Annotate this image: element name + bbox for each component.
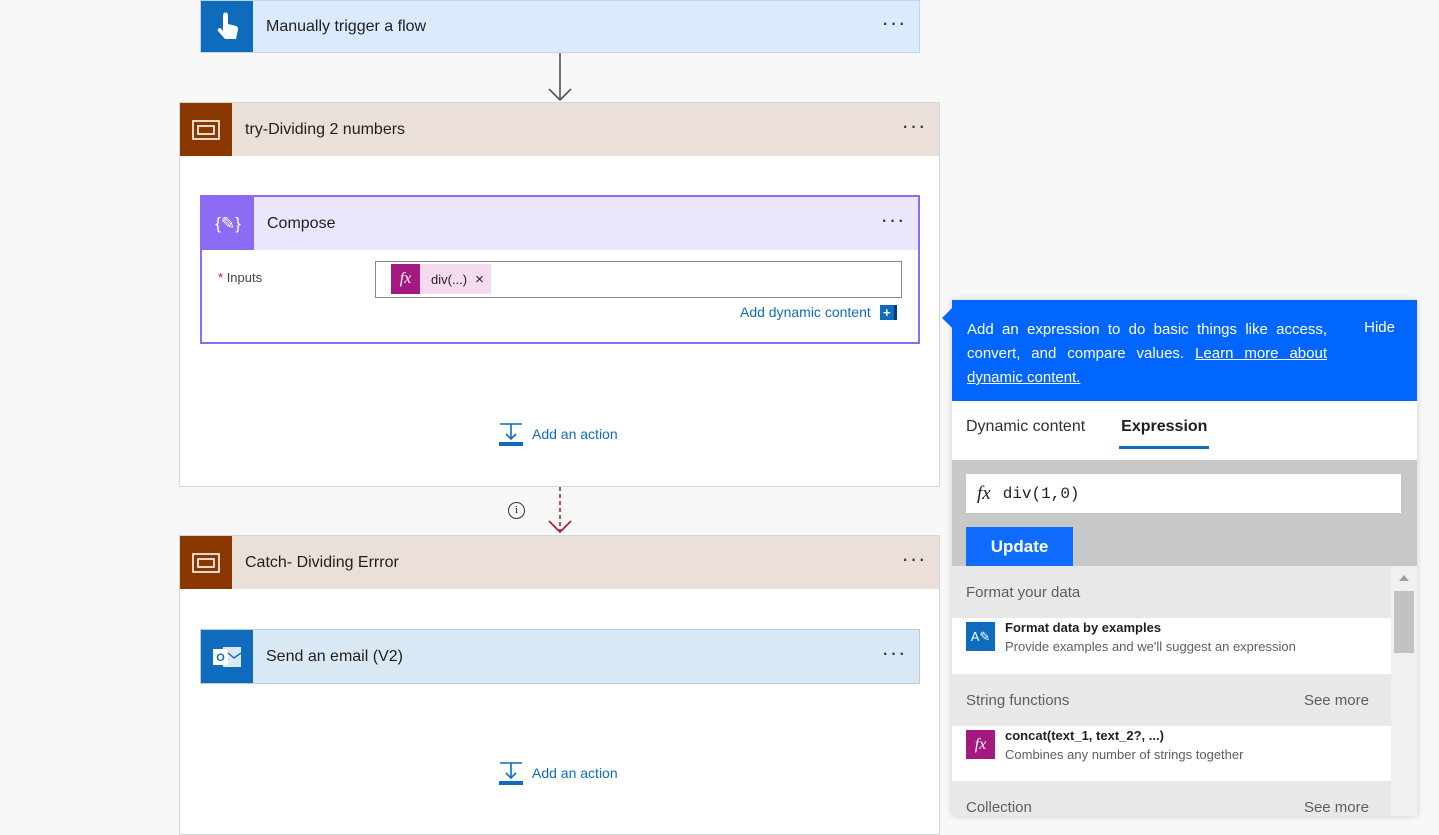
update-button[interactable]: Update bbox=[966, 527, 1073, 566]
fx-icon: fx bbox=[977, 482, 991, 504]
trigger-more-button[interactable]: ··· bbox=[869, 11, 919, 36]
try-scope-title: try-Dividing 2 numbers bbox=[245, 120, 406, 138]
add-dynamic-content-link[interactable]: Add dynamic content bbox=[740, 304, 871, 320]
token-remove-button[interactable]: × bbox=[475, 271, 491, 288]
section-string-functions: String functions See more bbox=[952, 674, 1391, 726]
tab-expression[interactable]: Expression bbox=[1119, 418, 1210, 449]
add-dynamic-content[interactable]: Add dynamic content + bbox=[740, 304, 897, 320]
compose-card[interactable]: {✎} Compose ··· * Inputs fx div(...) × A… bbox=[200, 195, 920, 344]
compose-header[interactable]: {✎} Compose ··· bbox=[202, 197, 918, 250]
run-after-arrow bbox=[548, 487, 572, 536]
scope-icon bbox=[192, 552, 220, 573]
outlook-icon-box: O bbox=[201, 630, 253, 683]
add-action-icon bbox=[499, 423, 523, 446]
compose-more-button[interactable]: ··· bbox=[868, 208, 918, 233]
expression-input[interactable]: fx div(1,0) bbox=[966, 474, 1401, 513]
list-scrollbar[interactable] bbox=[1391, 566, 1417, 816]
function-list[interactable]: Format your data A✎ Format data by examp… bbox=[952, 566, 1391, 816]
trigger-title: Manually trigger a flow bbox=[266, 17, 427, 35]
try-add-action-label[interactable]: Add an action bbox=[532, 426, 618, 442]
scroll-up-icon[interactable] bbox=[1399, 575, 1409, 581]
catch-scope-icon-box bbox=[180, 536, 232, 589]
compose-braces-icon: {✎} bbox=[215, 213, 241, 233]
list-item-format-data[interactable]: A✎ Format data by examples Provide examp… bbox=[952, 618, 1391, 674]
inputs-label: * Inputs bbox=[218, 270, 263, 285]
section-title: Format your data bbox=[966, 583, 1081, 601]
expression-token[interactable]: fx div(...) × bbox=[391, 264, 491, 294]
try-scope-header[interactable]: try-Dividing 2 numbers ··· bbox=[180, 103, 939, 156]
catch-add-action-label[interactable]: Add an action bbox=[532, 765, 618, 781]
section-title: String functions bbox=[966, 691, 1070, 709]
list-item-concat[interactable]: fx concat(text_1, text_2?, ...) Combines… bbox=[952, 726, 1391, 781]
fx-icon: fx bbox=[391, 264, 420, 294]
catch-add-action[interactable]: Add an action bbox=[498, 760, 618, 786]
catch-scope-header[interactable]: Catch- Dividing Errror ··· bbox=[180, 536, 939, 589]
expression-editor-area: fx div(1,0) Update bbox=[952, 460, 1417, 566]
inputs-field[interactable]: fx div(...) × bbox=[375, 261, 902, 298]
fx-icon: fx bbox=[966, 730, 995, 759]
outlook-icon: O bbox=[213, 646, 242, 667]
scope-icon-box bbox=[180, 103, 232, 156]
info-icon[interactable]: i bbox=[508, 502, 525, 519]
format-data-icon: A✎ bbox=[966, 622, 995, 651]
hand-touch-icon bbox=[217, 12, 239, 39]
send-email-more-button[interactable]: ··· bbox=[869, 641, 919, 666]
see-more-link[interactable]: See more bbox=[1304, 799, 1369, 816]
catch-scope: Catch- Dividing Errror ··· bbox=[179, 535, 940, 835]
section-collection: Collection See more bbox=[952, 781, 1391, 816]
add-action-icon bbox=[499, 762, 523, 785]
catch-scope-title: Catch- Dividing Errror bbox=[245, 553, 399, 571]
try-add-action[interactable]: Add an action bbox=[498, 421, 618, 447]
section-format-data: Format your data bbox=[952, 566, 1391, 618]
connector-arrow-1 bbox=[548, 53, 572, 103]
trigger-icon-box bbox=[201, 1, 253, 52]
svg-text:O: O bbox=[216, 652, 225, 664]
trigger-card[interactable]: Manually trigger a flow ··· bbox=[200, 0, 920, 53]
send-email-card[interactable]: O Send an email (V2) ··· bbox=[200, 629, 920, 684]
section-title: Collection bbox=[966, 798, 1032, 816]
expression-value: div(1,0) bbox=[1002, 484, 1080, 503]
compose-title: Compose bbox=[267, 214, 336, 232]
see-more-link[interactable]: See more bbox=[1304, 692, 1369, 709]
panel-banner: Add an expression to do basic things lik… bbox=[952, 300, 1417, 401]
item-desc: Combines any number of strings together bbox=[1005, 747, 1244, 762]
required-asterisk: * bbox=[218, 270, 224, 285]
token-label: div(...) bbox=[431, 271, 468, 287]
banner-text-block: Add an expression to do basic things lik… bbox=[967, 318, 1327, 390]
item-title: concat(text_1, text_2?, ...) bbox=[1005, 728, 1164, 743]
scope-icon bbox=[192, 119, 220, 140]
catch-scope-more-button[interactable]: ··· bbox=[889, 547, 939, 572]
send-email-title: Send an email (V2) bbox=[266, 647, 403, 665]
tab-dynamic-content[interactable]: Dynamic content bbox=[966, 418, 1085, 449]
scroll-thumb[interactable] bbox=[1394, 591, 1414, 653]
hide-button[interactable]: Hide bbox=[1364, 319, 1395, 336]
try-scope-more-button[interactable]: ··· bbox=[889, 114, 939, 139]
compose-icon-box: {✎} bbox=[202, 197, 254, 250]
panel-tabs: Dynamic content Expression bbox=[966, 418, 1210, 449]
item-title: Format data by examples bbox=[1005, 620, 1162, 635]
expression-panel: Add an expression to do basic things lik… bbox=[952, 300, 1417, 816]
add-dynamic-plus-icon: + bbox=[879, 304, 897, 320]
item-desc: Provide examples and we'll suggest an ex… bbox=[1005, 639, 1296, 654]
